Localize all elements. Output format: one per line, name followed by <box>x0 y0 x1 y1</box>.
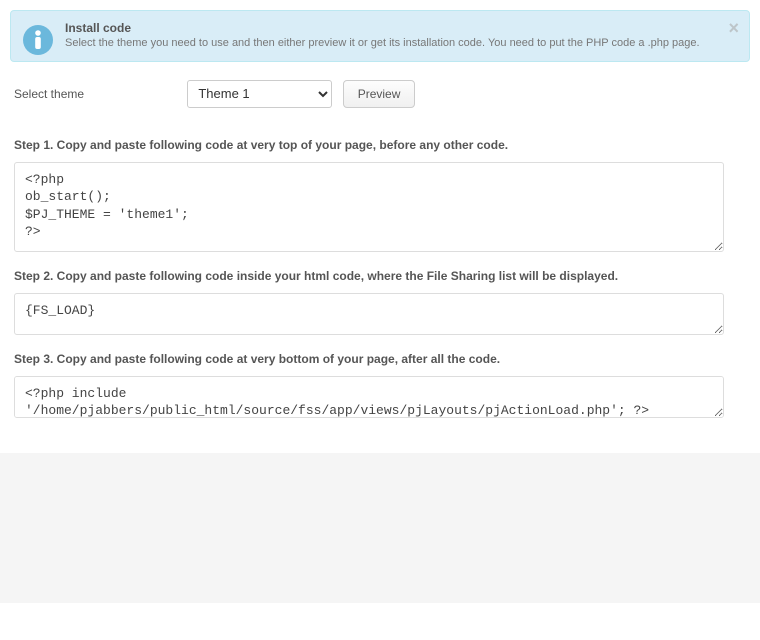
step2-code[interactable] <box>14 293 724 335</box>
close-icon[interactable]: × <box>728 19 739 37</box>
step3-title: Step 3. Copy and paste following code at… <box>14 352 746 366</box>
alert-body: Select the theme you need to use and the… <box>65 36 735 51</box>
step1-code[interactable] <box>14 162 724 252</box>
install-info-alert: × Install code Select the theme you need… <box>10 10 750 62</box>
step1-title: Step 1. Copy and paste following code at… <box>14 138 746 152</box>
select-theme-label: Select theme <box>14 87 184 101</box>
preview-button[interactable]: Preview <box>343 80 416 108</box>
alert-title: Install code <box>65 21 735 35</box>
step3-code[interactable] <box>14 376 724 418</box>
select-theme-row: Select theme Theme 1 Preview <box>10 76 750 124</box>
install-panel: × Install code Select the theme you need… <box>0 0 760 431</box>
info-icon <box>22 24 54 56</box>
step2-title: Step 2. Copy and paste following code in… <box>14 269 746 283</box>
theme-select[interactable]: Theme 1 <box>187 80 332 108</box>
footer-strip <box>0 453 760 603</box>
